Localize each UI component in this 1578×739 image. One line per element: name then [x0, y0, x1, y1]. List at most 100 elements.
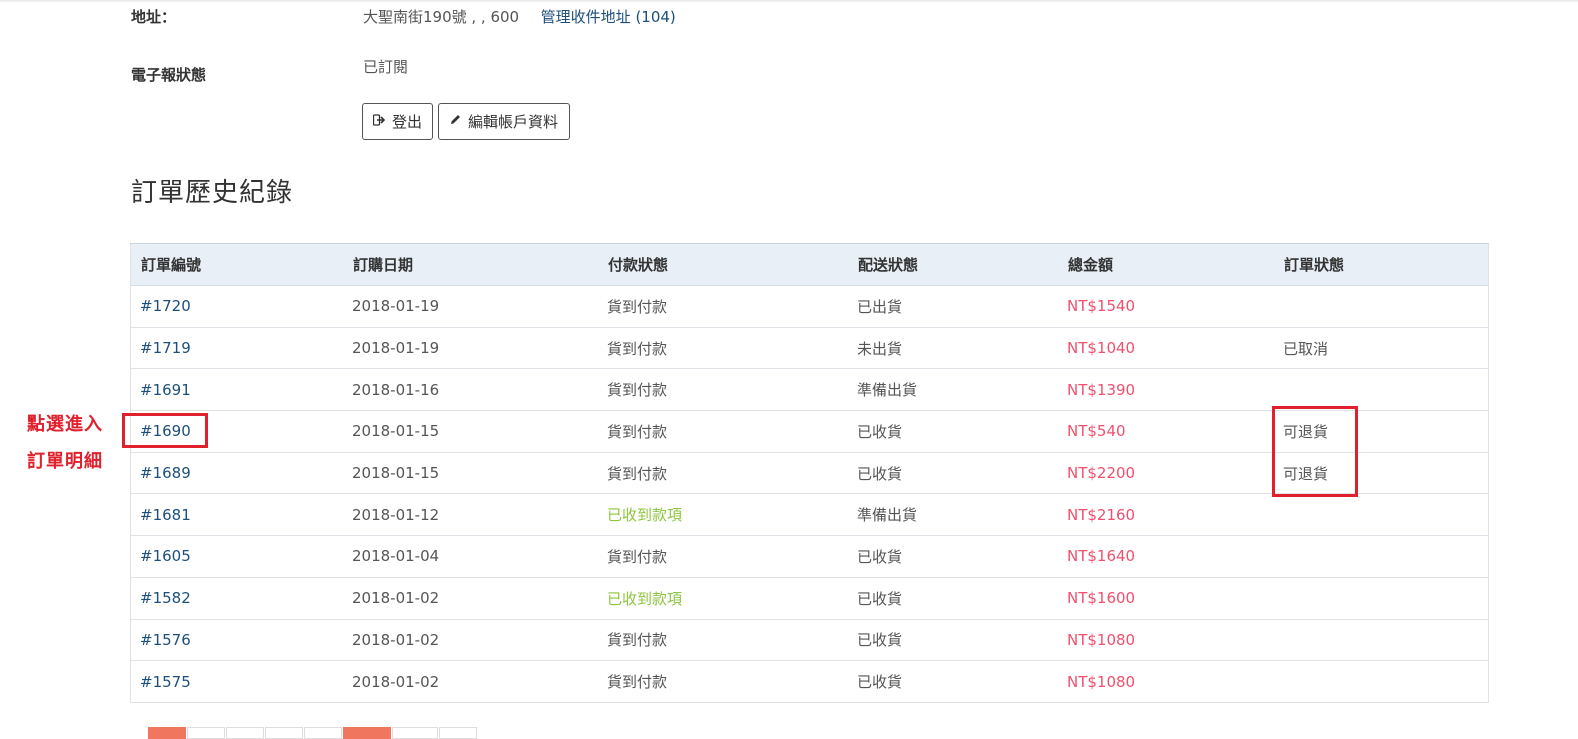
table-cell: #1681 — [130, 493, 343, 537]
order-number-link[interactable]: #1689 — [140, 464, 191, 482]
column-order-status: 訂單狀態 — [1274, 243, 1489, 286]
order-date: 2018-01-02 — [352, 630, 440, 649]
order-total: NT$1600 — [1067, 589, 1136, 608]
order-history-title: 訂單歷史紀錄 — [131, 178, 294, 208]
payment-status: 貨到付款 — [607, 673, 668, 692]
table-cell: #1576 — [130, 619, 343, 662]
table-cell: NT$1540 — [1058, 285, 1274, 328]
page-button[interactable] — [304, 727, 342, 739]
column-shipping-status: 配送狀態 — [848, 243, 1058, 286]
top-shadow — [0, 0, 1578, 3]
shipping-status: 準備出貨 — [857, 506, 918, 525]
table-cell: 已收貨 — [848, 619, 1058, 662]
order-date: 2018-01-02 — [352, 589, 440, 608]
page-button[interactable] — [148, 727, 186, 739]
table-cell — [1274, 285, 1489, 328]
table-cell: 2018-01-19 — [343, 327, 598, 370]
order-total: NT$1040 — [1067, 339, 1136, 358]
table-row: #1719 2018-01-19 貨到付款 未出貨 NT$1040 已取消 — [130, 327, 1489, 370]
table-cell: 已取消 — [1274, 327, 1489, 370]
table-cell: #1575 — [130, 660, 343, 703]
order-number-link[interactable]: #1605 — [140, 547, 191, 565]
shipping-status: 未出貨 — [857, 339, 903, 358]
order-number-link[interactable]: #1720 — [140, 297, 191, 315]
order-total: NT$540 — [1067, 422, 1126, 441]
table-cell: NT$1390 — [1058, 368, 1274, 412]
table-cell: NT$540 — [1058, 410, 1274, 453]
table-cell: 2018-01-19 — [343, 285, 598, 328]
table-cell: 已收到款項 — [598, 577, 848, 620]
payment-status: 已收到款項 — [607, 506, 683, 525]
table-cell — [1274, 619, 1489, 662]
order-date: 2018-01-04 — [352, 547, 440, 566]
shipping-status: 已收貨 — [857, 631, 903, 650]
table-cell: 貨到付款 — [598, 368, 848, 412]
table-cell: 2018-01-04 — [343, 535, 598, 578]
order-date: 2018-01-12 — [352, 505, 440, 524]
edit-account-label: 編輯帳戶資料 — [468, 113, 559, 131]
table-cell: #1605 — [130, 535, 343, 578]
order-date: 2018-01-16 — [352, 380, 440, 399]
order-number-link[interactable]: #1576 — [140, 631, 191, 649]
table-cell: 已收到款項 — [598, 493, 848, 537]
order-total: NT$1390 — [1067, 380, 1136, 399]
order-number-link[interactable]: #1575 — [140, 673, 191, 691]
table-row: #1582 2018-01-02 已收到款項 已收貨 NT$1600 — [130, 577, 1489, 620]
table-row: #1720 2018-01-19 貨到付款 已出貨 NT$1540 — [130, 285, 1489, 328]
table-cell: 2018-01-02 — [343, 660, 598, 703]
table-cell: 貨到付款 — [598, 285, 848, 328]
payment-status: 貨到付款 — [607, 547, 668, 566]
pagination — [148, 727, 478, 739]
table-cell: 貨到付款 — [598, 619, 848, 662]
order-number-link[interactable]: #1681 — [140, 506, 191, 524]
page-button-current[interactable] — [343, 727, 391, 739]
page-button[interactable] — [187, 727, 225, 739]
page-button[interactable] — [439, 727, 477, 739]
page-button[interactable] — [265, 727, 303, 739]
table-cell: NT$1640 — [1058, 535, 1274, 578]
order-number-link[interactable]: #1582 — [140, 589, 191, 607]
table-cell: #1582 — [130, 577, 343, 620]
table-cell: 已收貨 — [848, 410, 1058, 453]
order-date: 2018-01-15 — [352, 464, 440, 483]
order-date: 2018-01-02 — [352, 672, 440, 691]
table-cell — [1274, 368, 1489, 412]
order-status: 已取消 — [1283, 339, 1329, 358]
table-cell — [1274, 660, 1489, 703]
table-row: #1576 2018-01-02 貨到付款 已收貨 NT$1080 — [130, 619, 1489, 662]
logout-button[interactable]: 登出 — [362, 103, 433, 140]
shipping-status: 已收貨 — [857, 422, 903, 441]
order-number-link[interactable]: #1719 — [140, 339, 191, 357]
order-total: NT$2200 — [1067, 464, 1136, 483]
table-cell: 貨到付款 — [598, 660, 848, 703]
column-order-number: 訂單編號 — [130, 243, 343, 286]
annotation-line-2: 訂單明細 — [27, 451, 103, 472]
table-cell: 貨到付款 — [598, 452, 848, 495]
table-header-row: 訂單編號 訂購日期 付款狀態 配送狀態 總金額 訂單狀態 — [130, 243, 1489, 286]
table-cell: 未出貨 — [848, 327, 1058, 370]
table-row: #1575 2018-01-02 貨到付款 已收貨 NT$1080 — [130, 660, 1489, 703]
table-cell: NT$1080 — [1058, 619, 1274, 662]
page-button[interactable] — [392, 727, 438, 739]
table-cell: #1720 — [130, 285, 343, 328]
table-row: #1605 2018-01-04 貨到付款 已收貨 NT$1640 — [130, 535, 1489, 578]
edit-account-button[interactable]: 編輯帳戶資料 — [438, 103, 570, 140]
page-button[interactable] — [226, 727, 264, 739]
table-cell: #1719 — [130, 327, 343, 370]
table-cell — [1274, 535, 1489, 578]
table-row: #1681 2018-01-12 已收到款項 準備出貨 NT$2160 — [130, 493, 1489, 537]
order-date: 2018-01-15 — [352, 422, 440, 441]
order-total: NT$1640 — [1067, 547, 1136, 566]
manage-address-link[interactable]: 管理收件地址 (104) — [541, 8, 676, 26]
table-cell: 2018-01-02 — [343, 619, 598, 662]
payment-status: 貨到付款 — [607, 464, 668, 483]
shipping-status: 準備出貨 — [857, 381, 918, 400]
table-cell: 已收貨 — [848, 577, 1058, 620]
payment-status: 貨到付款 — [607, 422, 668, 441]
order-number-link[interactable]: #1691 — [140, 381, 191, 399]
column-total: 總金額 — [1058, 243, 1274, 286]
payment-status: 貨到付款 — [607, 339, 668, 358]
table-cell: 2018-01-12 — [343, 493, 598, 537]
newsletter-value: 已訂閱 — [363, 58, 409, 76]
highlight-returnable-box — [1272, 406, 1358, 497]
